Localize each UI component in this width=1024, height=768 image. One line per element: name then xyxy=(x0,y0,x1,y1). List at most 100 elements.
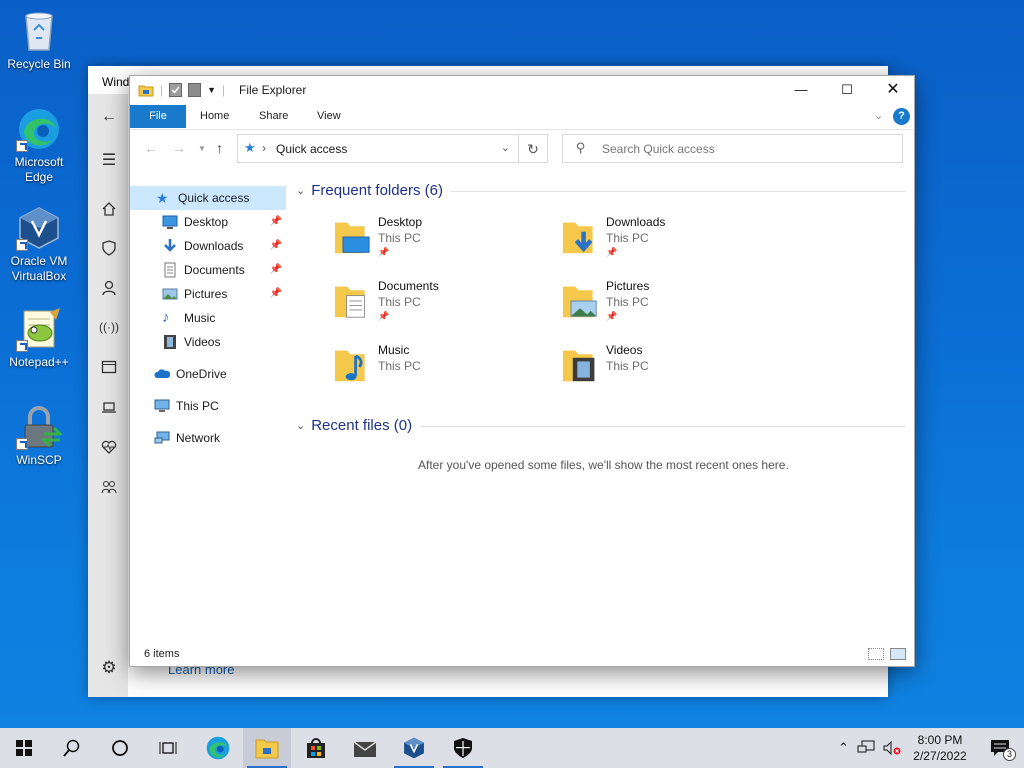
person-icon[interactable] xyxy=(98,277,120,299)
nav-onedrive[interactable]: OneDrive xyxy=(154,362,286,386)
desktop-icon-label: Microsoft Edge xyxy=(14,155,64,184)
tab-file[interactable]: File xyxy=(130,105,186,128)
system-tray: ⌃ xyxy=(838,728,901,768)
taskbar-edge[interactable] xyxy=(194,728,242,768)
back-icon[interactable]: ← xyxy=(144,140,158,156)
nav-documents[interactable]: Documents 📌 xyxy=(162,258,286,282)
desktop-icon-label: Oracle VM VirtualBox xyxy=(10,254,68,283)
folder-tile-music[interactable]: Music This PC xyxy=(332,343,552,399)
desktop-icon-virtualbox[interactable]: Oracle VM VirtualBox xyxy=(2,205,76,284)
pin-icon[interactable]: 📌 xyxy=(270,234,282,258)
pin-icon: 📌 xyxy=(606,247,618,257)
task-view-button[interactable] xyxy=(144,728,192,768)
folder-tile-documents[interactable]: Documents This PC 📌 xyxy=(332,279,552,335)
folder-tile-pictures[interactable]: Pictures This PC 📌 xyxy=(560,279,780,335)
taskbar: ⌃ 8:00 PM 2/27/2022 3 xyxy=(0,728,1024,768)
desktop-icon-recycle-bin[interactable]: Recycle Bin xyxy=(2,8,76,72)
tab-view[interactable]: View xyxy=(317,105,341,128)
laptop-icon[interactable] xyxy=(98,396,120,418)
show-hidden-icons-icon[interactable]: ⌃ xyxy=(838,740,849,756)
computer-icon xyxy=(154,398,170,414)
nav-label: Documents xyxy=(184,263,245,277)
recent-locations-icon[interactable]: ▼ xyxy=(198,144,206,153)
clock-date: 2/27/2022 xyxy=(913,749,967,763)
ribbon-tabs: File Home Share View ⌄ ? xyxy=(130,105,914,129)
nav-videos[interactable]: Videos xyxy=(162,330,286,354)
folder-location: This PC xyxy=(606,295,649,309)
frequent-folders-header[interactable]: ⌄ Frequent folders (6) xyxy=(296,182,443,199)
breadcrumb-quick-access[interactable]: Quick access xyxy=(276,142,347,156)
desktop-icon-edge[interactable]: Microsoft Edge xyxy=(2,106,76,185)
new-folder-icon[interactable] xyxy=(188,83,202,97)
pin-icon: 📌 xyxy=(606,311,618,321)
taskbar-store[interactable] xyxy=(292,728,340,768)
volume-muted-icon[interactable] xyxy=(883,740,901,756)
maximize-button[interactable]: ☐ xyxy=(824,76,870,104)
family-icon[interactable] xyxy=(98,476,120,498)
nav-quick-access[interactable]: ★ Quick access xyxy=(130,186,286,210)
expand-ribbon-icon[interactable]: ⌄ xyxy=(874,105,883,128)
nav-this-pc[interactable]: This PC xyxy=(154,394,286,418)
app-window-icon[interactable] xyxy=(98,356,120,378)
taskbar-file-explorer[interactable] xyxy=(243,728,291,768)
nav-pictures[interactable]: Pictures 📌 xyxy=(162,282,286,306)
search-button[interactable] xyxy=(48,728,96,768)
back-arrow-icon[interactable]: ← xyxy=(98,106,120,128)
settings-gear-icon[interactable]: ⚙ xyxy=(98,657,120,679)
hamburger-menu-icon[interactable]: ☰ xyxy=(98,150,120,172)
tab-home[interactable]: Home xyxy=(200,105,229,128)
large-icons-view-icon[interactable] xyxy=(890,648,906,660)
collapse-chevron-icon[interactable]: ⌄ xyxy=(296,184,305,197)
address-bar[interactable]: ★ › Quick access ⌄ xyxy=(237,134,519,163)
address-dropdown-icon[interactable]: ⌄ xyxy=(501,141,510,154)
pin-icon[interactable]: 📌 xyxy=(270,258,282,282)
divider xyxy=(450,191,906,192)
properties-icon[interactable] xyxy=(169,83,183,97)
taskbar-clock[interactable]: 8:00 PM 2/27/2022 xyxy=(908,732,972,764)
home-icon[interactable] xyxy=(98,198,120,220)
notification-count-badge: 3 xyxy=(1003,748,1016,761)
customize-toolbar-icon[interactable]: ▼ xyxy=(207,85,216,95)
file-explorer-window[interactable]: | ▼ | File Explorer — ☐ ✕ File Home Shar… xyxy=(129,75,915,667)
close-button[interactable]: ✕ xyxy=(870,76,916,104)
pin-icon[interactable]: 📌 xyxy=(270,210,282,234)
desktop-icon-winscp[interactable]: WinSCP xyxy=(2,404,76,468)
tab-share[interactable]: Share xyxy=(259,105,288,128)
details-view-icon[interactable] xyxy=(868,648,884,660)
taskbar-security[interactable] xyxy=(439,728,487,768)
collapse-chevron-icon[interactable]: ⌄ xyxy=(296,419,305,432)
network-icon[interactable] xyxy=(857,740,875,756)
up-icon[interactable]: ↑ xyxy=(216,140,223,156)
help-icon[interactable]: ? xyxy=(893,108,910,125)
search-box[interactable]: ⚲ Search Quick access xyxy=(562,134,903,163)
forward-icon[interactable]: → xyxy=(172,140,186,156)
wireless-icon[interactable]: ((·)) xyxy=(98,316,120,338)
taskbar-virtualbox[interactable] xyxy=(390,728,438,768)
picture-icon xyxy=(162,286,178,302)
breadcrumb-separator-icon[interactable]: › xyxy=(262,141,266,155)
heart-health-icon[interactable] xyxy=(98,436,120,458)
desktop-icon-notepadpp[interactable]: Notepad++ xyxy=(2,306,76,370)
pin-icon[interactable]: 📌 xyxy=(270,282,282,306)
folder-tile-videos[interactable]: Videos This PC xyxy=(560,343,780,399)
shield-icon[interactable] xyxy=(98,237,120,259)
nav-desktop[interactable]: Desktop 📌 xyxy=(162,210,286,234)
title-bar[interactable]: | ▼ | File Explorer — ☐ ✕ xyxy=(130,76,914,104)
folder-tile-downloads[interactable]: Downloads This PC 📌 xyxy=(560,215,780,271)
nav-network[interactable]: Network xyxy=(154,426,286,450)
quick-access-star-icon: ★ xyxy=(156,190,169,206)
nav-downloads[interactable]: Downloads 📌 xyxy=(162,234,286,258)
winscp-icon xyxy=(16,404,64,450)
background-window-sidebar: ← ☰ ((·)) ⚙ xyxy=(88,94,128,697)
start-button[interactable] xyxy=(0,728,48,768)
nav-label: Downloads xyxy=(184,239,244,253)
taskbar-mail[interactable] xyxy=(341,728,389,768)
folder-name: Desktop xyxy=(378,215,423,229)
action-center-button[interactable]: 3 xyxy=(976,728,1024,768)
folder-tile-desktop[interactable]: Desktop This PC 📌 xyxy=(332,215,552,271)
nav-music[interactable]: ♪ Music xyxy=(162,306,286,330)
minimize-button[interactable]: — xyxy=(778,76,824,104)
refresh-icon[interactable]: ↻ xyxy=(519,134,548,163)
recent-files-header[interactable]: ⌄ Recent files (0) xyxy=(296,417,412,434)
cortana-button[interactable] xyxy=(96,728,144,768)
